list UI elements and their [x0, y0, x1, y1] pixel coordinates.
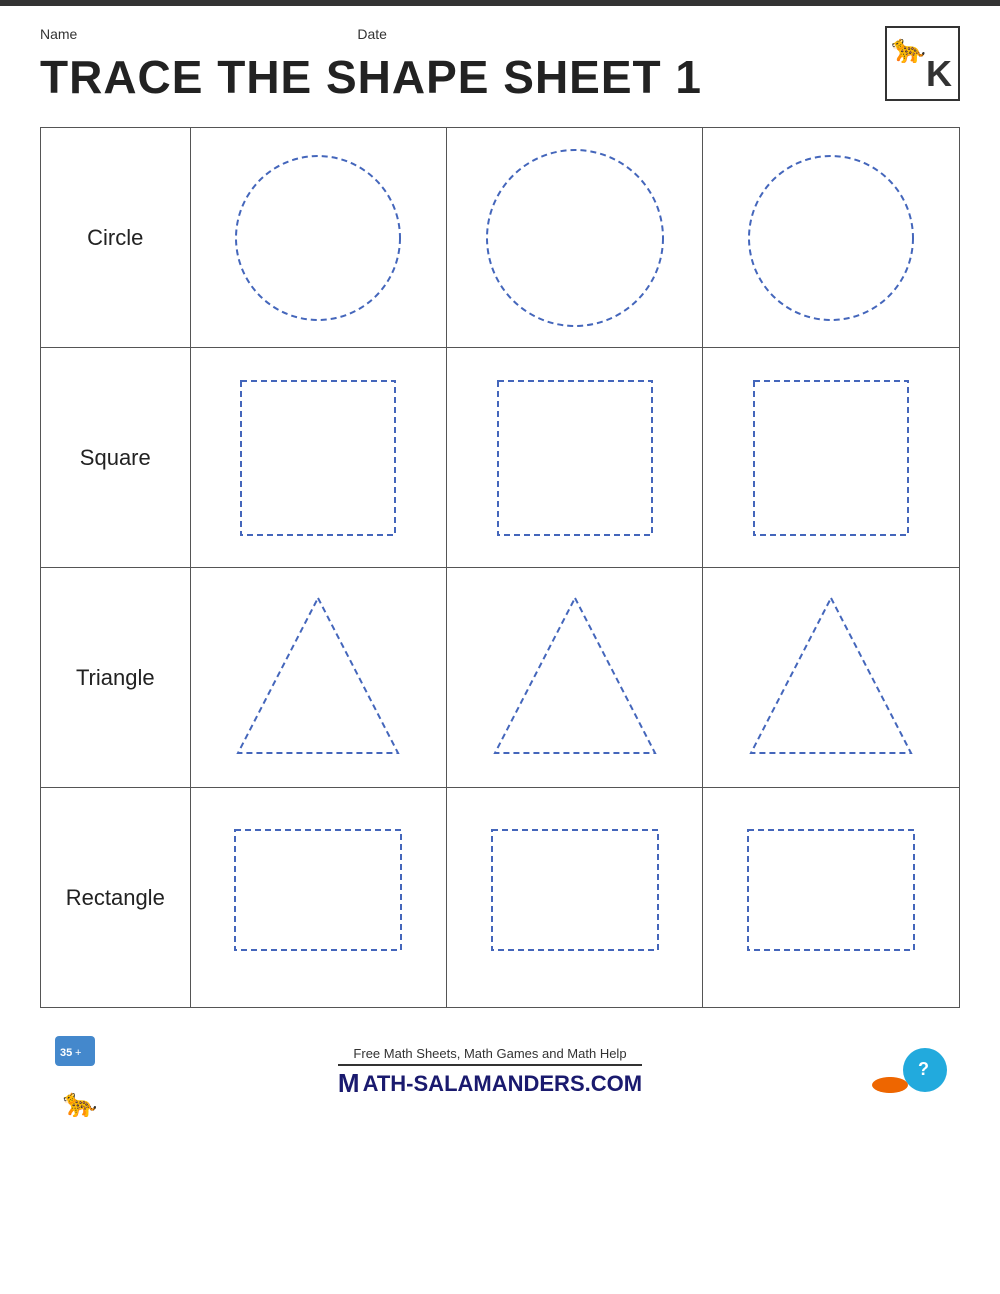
svg-text:+: +	[75, 1047, 81, 1059]
shape-cell-square-1	[190, 348, 446, 568]
svg-text:?: ?	[918, 1059, 929, 1079]
footer-animal-right: ?	[870, 1035, 950, 1110]
footer-divider	[338, 1064, 642, 1066]
shape-cell-square-3	[703, 348, 960, 568]
logo-box: 🐆 K	[885, 26, 960, 101]
name-date-row: Name Date	[40, 26, 702, 42]
shape-cell-triangle-2	[447, 568, 703, 788]
footer: 35 + 🐆 Free Math Sheets, Math Games and …	[40, 1026, 960, 1119]
page-content: Name Date TRACE THE SHAPE SHEET 1 🐆 K Ci…	[0, 6, 1000, 1139]
table-row: Square	[41, 348, 960, 568]
shape-cell-rectangle-1	[190, 788, 446, 1008]
page-title: TRACE THE SHAPE SHEET 1	[40, 50, 702, 104]
header-left: Name Date TRACE THE SHAPE SHEET 1	[40, 26, 702, 122]
shape-cell-circle-1	[190, 128, 446, 348]
shape-label-triangle: Triangle	[41, 568, 191, 788]
footer-logo-left: 35 + 🐆	[50, 1026, 110, 1119]
table-row: Triangle	[41, 568, 960, 788]
shape-cell-rectangle-3	[703, 788, 960, 1008]
shape-cell-triangle-3	[703, 568, 960, 788]
shape-cell-square-2	[447, 348, 703, 568]
shape-cell-triangle-1	[190, 568, 446, 788]
logo-k: K	[926, 53, 952, 95]
header-row: Name Date TRACE THE SHAPE SHEET 1 🐆 K	[40, 26, 960, 122]
footer-site-text: ATH-SALAMANDERS.COM	[363, 1071, 642, 1097]
shape-label-circle: Circle	[41, 128, 191, 348]
shape-label-square: Square	[41, 348, 191, 568]
logo-animal-icon: 🐆	[891, 32, 926, 65]
shape-cell-rectangle-2	[447, 788, 703, 1008]
date-label: Date	[357, 26, 387, 42]
name-label: Name	[40, 26, 77, 42]
table-row: Circle	[41, 128, 960, 348]
footer-site: M ATH-SALAMANDERS.COM	[338, 1068, 642, 1099]
footer-tagline: Free Math Sheets, Math Games and Math He…	[338, 1046, 642, 1061]
footer-animal-icon-left: 🐆	[63, 1086, 98, 1119]
table-row: Rectangle	[41, 788, 960, 1008]
shapes-table: Circle	[40, 127, 960, 1008]
footer-center: Free Math Sheets, Math Games and Math He…	[338, 1046, 642, 1099]
shape-cell-circle-2	[447, 128, 703, 348]
shape-cell-circle-3	[703, 128, 960, 348]
svg-text:35: 35	[60, 1047, 72, 1059]
footer-m-icon: M	[338, 1068, 360, 1099]
shape-label-rectangle: Rectangle	[41, 788, 191, 1008]
